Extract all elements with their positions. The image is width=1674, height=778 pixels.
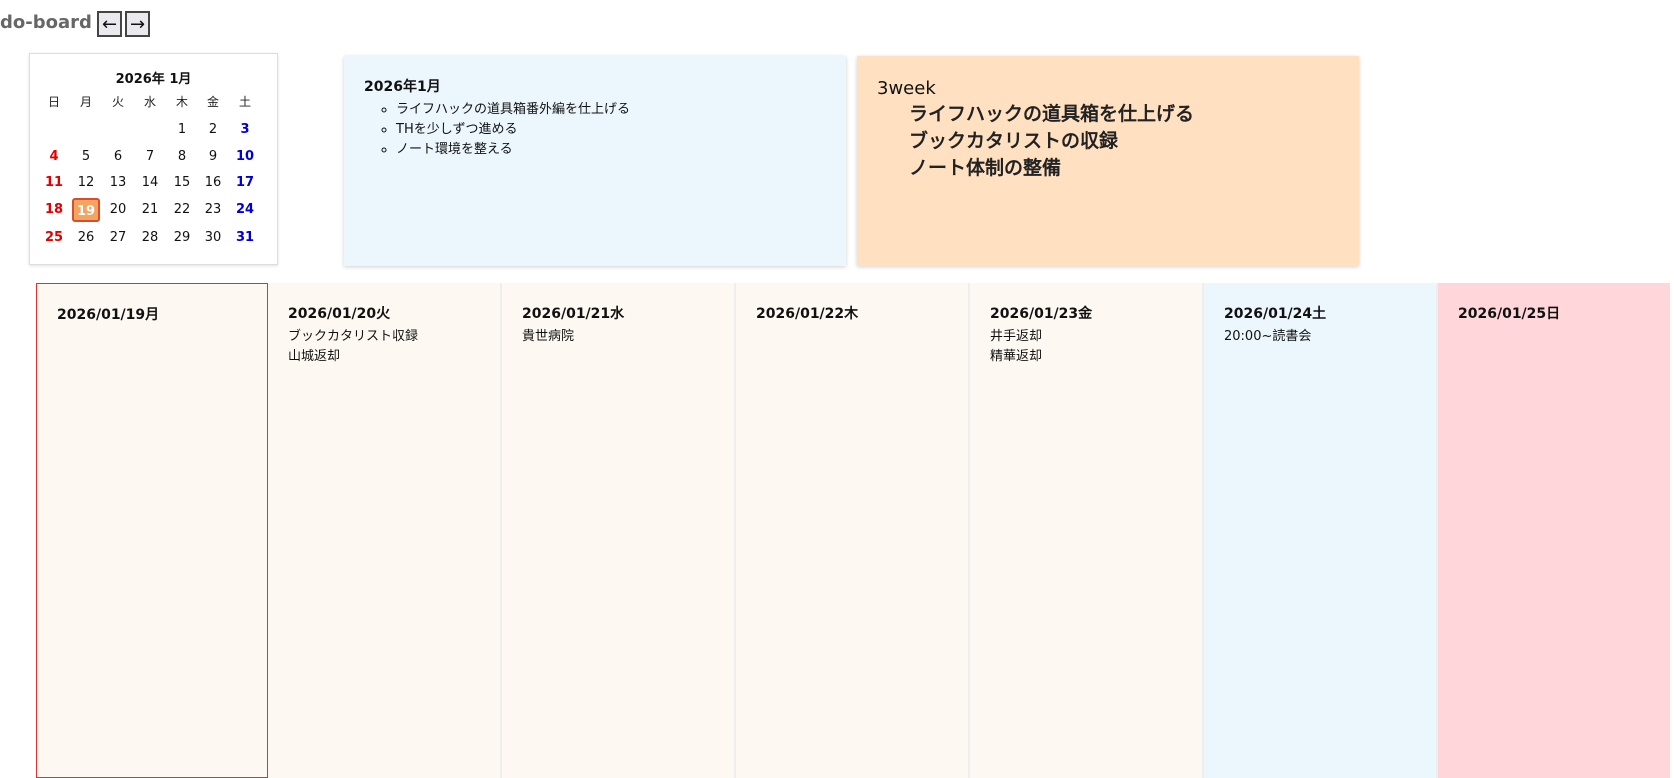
calendar-day-today[interactable]: 19 <box>72 198 100 222</box>
calendar-day[interactable]: 6 <box>104 145 132 169</box>
week-goal-item: ブックカタリストの収録 <box>909 130 1119 152</box>
calendar-day[interactable]: 28 <box>136 226 164 250</box>
day-task-item[interactable]: 精華返却 <box>990 347 1182 367</box>
month-goals-list: ライフハックの道具箱番外編を仕上げるTHを少しずつ進めるノート環境を整える <box>364 100 826 160</box>
calendar-day[interactable]: 15 <box>168 171 196 195</box>
weekday-header: 月 <box>79 95 92 109</box>
day-column-date: 2026/01/20火 <box>288 306 391 322</box>
day-task-item[interactable]: 山城返却 <box>288 347 480 367</box>
month-goals-card: 2026年1月 ライフハックの道具箱番外編を仕上げるTHを少しずつ進めるノート環… <box>344 56 846 266</box>
calendar-day[interactable]: 23 <box>199 198 227 222</box>
calendar-day[interactable]: 5 <box>72 145 100 169</box>
mini-calendar-title: 2026年 1月 <box>115 72 192 87</box>
calendar-day[interactable]: 29 <box>168 226 196 250</box>
weekday-header: 火 <box>111 95 124 109</box>
weekday-header: 金 <box>206 95 219 109</box>
calendar-day[interactable]: 1 <box>168 118 196 142</box>
calendar-day[interactable]: 3 <box>231 118 259 142</box>
weekday-header: 木 <box>175 95 188 109</box>
calendar-day[interactable]: 30 <box>199 226 227 250</box>
calendar-day[interactable]: 9 <box>199 145 227 169</box>
calendar-day[interactable]: 11 <box>40 171 68 195</box>
day-column[interactable]: 2026/01/20火ブックカタリスト収録 山城返却 <box>268 283 502 778</box>
day-column[interactable]: 2026/01/19月 <box>36 283 268 778</box>
week-goal-item: ライフハックの道具箱を仕上げる <box>909 103 1195 125</box>
day-task-item[interactable]: ブックカタリスト収録 <box>288 327 480 347</box>
month-goal-item: ノート環境を整える <box>396 140 826 160</box>
calendar-day[interactable]: 17 <box>231 171 259 195</box>
calendar-day[interactable]: 31 <box>231 226 259 250</box>
calendar-day[interactable]: 7 <box>136 145 164 169</box>
calendar-day[interactable]: 10 <box>231 145 259 169</box>
day-column[interactable]: 2026/01/24土 20:00~読書会 <box>1204 283 1438 778</box>
calendar-day[interactable]: 13 <box>104 171 132 195</box>
calendar-day[interactable]: 21 <box>136 198 164 222</box>
day-column-date: 2026/01/21水 <box>522 306 625 322</box>
day-task-item[interactable]: 井手返却 <box>990 327 1182 347</box>
calendar-day[interactable]: 22 <box>168 198 196 222</box>
day-column-date: 2026/01/22木 <box>756 306 859 322</box>
weekday-header: 日 <box>47 95 60 109</box>
app-title: do-board <box>0 12 92 33</box>
calendar-day[interactable]: 4 <box>40 145 68 169</box>
day-task-item[interactable]: 20:00~読書会 <box>1224 327 1416 347</box>
calendar-day[interactable]: 14 <box>136 171 164 195</box>
calendar-day[interactable]: 20 <box>104 198 132 222</box>
day-column[interactable]: 2026/01/21水貴世病院 <box>502 283 736 778</box>
calendar-day[interactable]: 24 <box>231 198 259 222</box>
day-column-date: 2026/01/23金 <box>990 306 1093 322</box>
day-column-date: 2026/01/24土 <box>1224 306 1327 322</box>
month-goal-item: THを少しずつ進める <box>396 120 826 140</box>
mini-calendar: 2026年 1月 日月火水木金土 1 2 3 4 5 6 7 8 9 10 11 12 13 14 15 16 1… <box>29 53 278 265</box>
day-task-item[interactable]: 貴世病院 <box>522 327 714 347</box>
month-goal-item: ライフハックの道具箱番外編を仕上げる <box>396 100 826 120</box>
calendar-day[interactable]: 12 <box>72 171 100 195</box>
calendar-day[interactable]: 16 <box>199 171 227 195</box>
calendar-day[interactable]: 27 <box>104 226 132 250</box>
calendar-day[interactable]: 2 <box>199 118 227 142</box>
calendar-day[interactable]: 18 <box>40 198 68 222</box>
calendar-day[interactable]: 26 <box>72 226 100 250</box>
weekday-header: 水 <box>143 95 156 109</box>
week-goals-list: ライフハックの道具箱を仕上げる ブックカタリストの収録 ノート体制の整備 <box>877 101 1339 182</box>
week-goals-card: 3week ライフハックの道具箱を仕上げる ブックカタリストの収録 ノート体制の整備 <box>857 56 1359 266</box>
calendar-day[interactable]: 8 <box>168 145 196 169</box>
week-goals-title: 3week <box>877 78 936 99</box>
day-column[interactable]: 2026/01/23金井手返却 精華返却 <box>970 283 1204 778</box>
prev-week-button[interactable]: ← <box>97 11 122 37</box>
day-column[interactable]: 2026/01/25日 <box>1438 283 1670 778</box>
calendar-day[interactable]: 25 <box>40 226 68 250</box>
week-goal-item: ノート体制の整備 <box>909 157 1062 179</box>
day-column-date: 2026/01/19月 <box>57 307 160 323</box>
month-goals-title: 2026年1月 <box>364 79 441 95</box>
day-column-date: 2026/01/25日 <box>1458 306 1561 322</box>
next-week-button[interactable]: → <box>125 11 150 37</box>
day-column[interactable]: 2026/01/22木 <box>736 283 970 778</box>
weekday-header: 土 <box>238 95 251 109</box>
